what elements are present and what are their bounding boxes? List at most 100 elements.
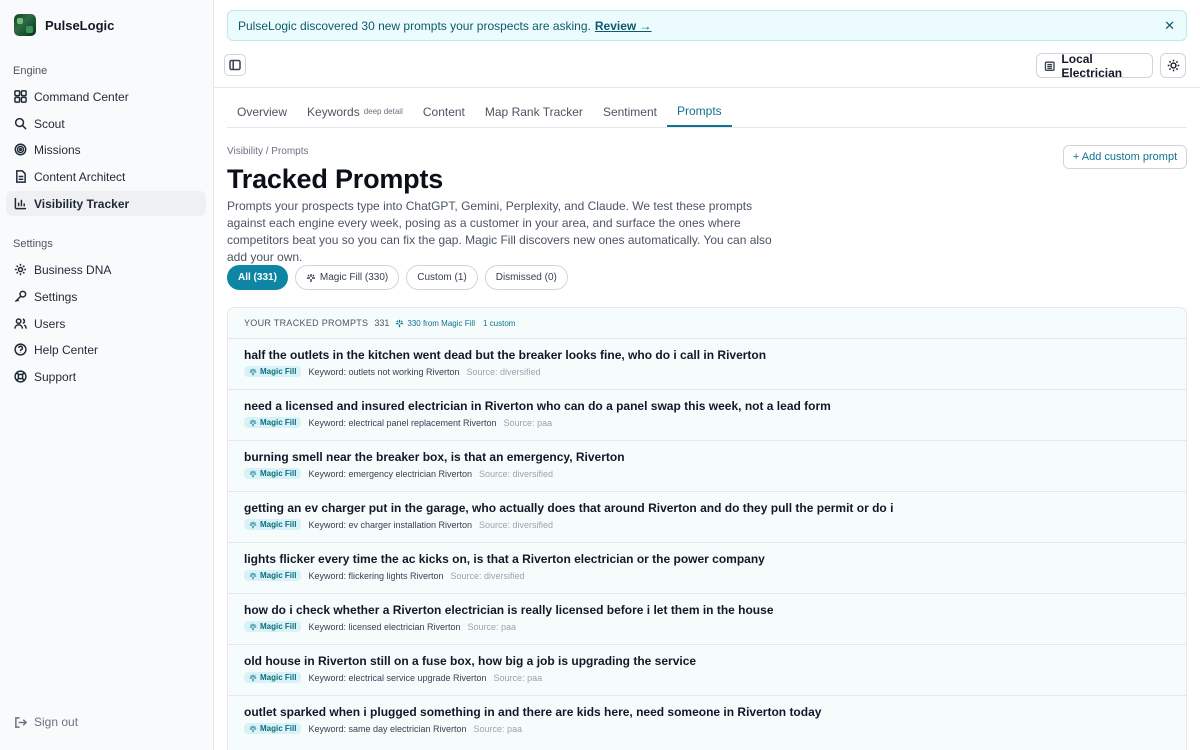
magic-fill-badge: Magic Fill [244, 519, 302, 530]
badge-label: Magic Fill [260, 418, 297, 427]
list-item[interactable]: lights flicker every time the ac kicks o… [228, 542, 1186, 593]
tab-label: Sentiment [602, 104, 657, 119]
list-item[interactable]: how do i check whether a Riverton electr… [228, 593, 1186, 644]
prompt-source: Source: paa [473, 723, 523, 734]
sidebar-item-content-architect[interactable]: Content Architect [6, 164, 206, 189]
tab-overview[interactable]: Overview [227, 96, 297, 127]
tab-label: Prompts [676, 103, 722, 118]
building-icon [1044, 61, 1055, 71]
sidebar-item-label: Content Architect [34, 169, 126, 184]
list-header: YOUR TRACKED PROMPTS 331 330 from Magic … [228, 308, 1186, 338]
list-item[interactable]: half the outlets in the kitchen went dea… [228, 338, 1186, 389]
tab-prompts[interactable]: Prompts [666, 96, 732, 127]
prompt-keyword: Keyword: flickering lights Riverton [308, 570, 444, 581]
badge-label: Magic Fill [260, 622, 297, 631]
badge-label: Magic Fill [260, 367, 297, 376]
key-icon [14, 290, 27, 303]
magic-fill-badge: Magic Fill [244, 621, 302, 632]
sidebar-item-users[interactable]: Users [6, 311, 206, 336]
badge-label: Magic Fill [260, 571, 297, 580]
list-count: 331 [374, 318, 390, 328]
brand-name: PulseLogic [45, 17, 115, 33]
prompt-keyword: Keyword: ev charger installation Riverto… [308, 519, 473, 530]
sidebar-item-help-center[interactable]: Help Center [6, 337, 206, 362]
prompt-source: Source: diversified [479, 468, 554, 479]
sidebar-item-label: Visibility Tracker [34, 196, 130, 211]
page-description: Prompts your prospects type into ChatGPT… [227, 199, 772, 264]
custom-count: 1 custom [482, 318, 516, 328]
sidebar-item-settings[interactable]: Settings [6, 284, 206, 309]
tab-sentiment[interactable]: Sentiment [593, 96, 667, 127]
prompt-meta: Magic Fill Keyword: flickering lights Riv… [244, 570, 1186, 581]
topbar-divider [214, 87, 1200, 88]
sparkle-icon [249, 674, 257, 681]
sparkle-icon [249, 521, 257, 528]
sidebar-item-label: Scout [34, 116, 65, 131]
sidebar-item-label: Help Center [34, 342, 99, 357]
banner-review-link[interactable]: Review → [595, 19, 652, 33]
sidebar-item-label: Command Center [34, 89, 129, 104]
sidebar-item-label: Business DNA [34, 262, 112, 277]
sparkle-icon [249, 368, 257, 375]
prompt-text: need a licensed and insured electrician … [244, 399, 831, 413]
badge-label: Magic Fill [260, 673, 297, 682]
sign-out-button[interactable]: Sign out [14, 715, 78, 729]
panel-icon [229, 59, 241, 71]
brand[interactable]: PulseLogic [14, 14, 114, 36]
sparkle-icon [306, 273, 315, 282]
prompt-keyword: Keyword: electrical service upgrade Rive… [308, 672, 487, 683]
add-custom-prompt-button[interactable]: + Add custom prompt [1063, 145, 1187, 169]
filter-dismissed[interactable]: Dismissed (0) [484, 265, 568, 290]
sidebar-item-label: Missions [34, 142, 81, 157]
prompt-text: old house in Riverton still on a fuse bo… [244, 654, 697, 668]
list-item[interactable]: outlet sparked when i plugged something … [228, 695, 1186, 746]
list-item[interactable]: need a licensed and insured electrician … [228, 389, 1186, 440]
tab-keywords[interactable]: Keywords deep detail [297, 96, 413, 127]
tracked-prompts-list: YOUR TRACKED PROMPTS 331 330 from Magic … [227, 307, 1187, 750]
magic-fill-badge: Magic Fill [244, 672, 302, 683]
sidebar-item-missions[interactable]: Missions [6, 137, 206, 162]
sparkle-icon [249, 725, 257, 732]
tab-bar: Overview Keywords deep detail Content Map… [227, 96, 1187, 128]
badge-label: Magic Fill [260, 520, 297, 529]
list-title: YOUR TRACKED PROMPTS [244, 318, 369, 328]
tab-label: Content [422, 104, 465, 119]
prompt-keyword: Keyword: licensed electrician Riverton [308, 621, 461, 632]
prompt-meta: Magic Fill Keyword: electrical service up… [244, 672, 1186, 683]
prompt-source: Source: paa [467, 621, 517, 632]
business-selector-button[interactable]: Local Electrician [1036, 52, 1153, 80]
sidebar-toggle-button[interactable] [224, 54, 246, 76]
sidebar-item-business-dna[interactable]: Business DNA [6, 257, 206, 282]
target-icon [14, 143, 27, 156]
prompt-source: Source: diversified [479, 519, 554, 530]
sidebar-item-visibility-tracker[interactable]: Visibility Tracker [6, 191, 206, 216]
tab-map-rank-tracker[interactable]: Map Rank Tracker [475, 96, 593, 127]
list-item[interactable]: old house in Riverton still on a fuse bo… [228, 644, 1186, 695]
filter-magic-fill[interactable]: Magic Fill (330) [294, 265, 400, 290]
list-item[interactable]: getting an ev charger put in the garage,… [228, 491, 1186, 542]
close-icon[interactable]: ✕ [1164, 18, 1175, 34]
tab-content[interactable]: Content [413, 96, 475, 127]
magic-fill-badge: Magic Fill [244, 468, 302, 479]
sidebar-item-scout[interactable]: Scout [6, 111, 206, 136]
prompt-meta: Magic Fill Keyword: ev charger installati… [244, 519, 1186, 530]
prompt-source: Source: paa [493, 672, 543, 683]
prompt-text: getting an ev charger put in the garage,… [244, 501, 894, 515]
prompt-source: Source: paa [503, 417, 553, 428]
prompt-source: Source: diversified [466, 366, 541, 377]
sidebar-item-support[interactable]: Support [6, 364, 206, 389]
filter-label: Custom (1) [417, 272, 467, 283]
sparkle-icon [396, 319, 404, 327]
sun-icon [1167, 59, 1179, 72]
filter-custom[interactable]: Custom (1) [406, 265, 478, 290]
grid-icon [14, 90, 27, 103]
theme-toggle-button[interactable] [1160, 53, 1186, 78]
magic-fill-badge: Magic Fill [244, 417, 302, 428]
filter-label: Dismissed (0) [495, 272, 557, 283]
sidebar: PulseLogic Engine Command Center Scout M… [0, 0, 214, 750]
page-title: Tracked Prompts [227, 164, 444, 194]
bar-chart-icon [14, 197, 27, 210]
filter-all[interactable]: All (331) [227, 265, 288, 290]
list-item[interactable]: burning smell near the breaker box, is t… [228, 440, 1186, 491]
sidebar-item-command-center[interactable]: Command Center [6, 84, 206, 109]
